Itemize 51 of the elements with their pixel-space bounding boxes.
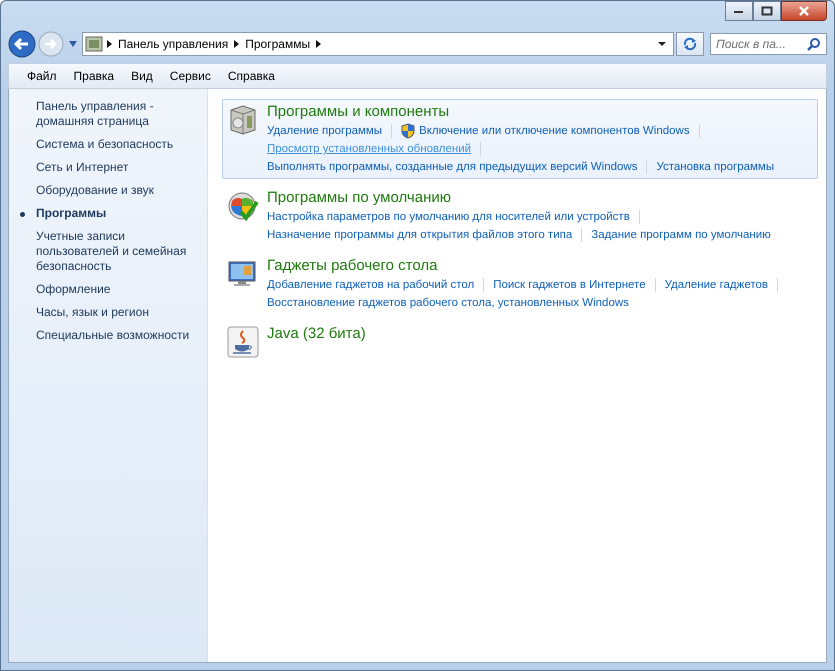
- category-title-link[interactable]: Java (32 бита): [267, 324, 809, 344]
- sidebar-link[interactable]: Система и безопасность: [36, 137, 197, 152]
- control-panel-icon: [85, 36, 103, 52]
- task-link[interactable]: Задание программ по умолчанию: [591, 226, 771, 244]
- search-placeholder: Поиск в па...: [716, 37, 786, 51]
- sidebar-link[interactable]: Учетные записи пользователей и семейная безопасность: [36, 229, 197, 274]
- task-link[interactable]: Добавление гаджетов на рабочий стол: [267, 276, 474, 294]
- minimize-button[interactable]: [725, 1, 753, 21]
- breadcrumb-link[interactable]: Панель управления: [118, 37, 228, 51]
- task-link[interactable]: Выполнять программы, созданные для предыдущих версий Windows: [267, 158, 638, 176]
- task-link[interactable]: Поиск гаджетов в Интернете: [493, 276, 646, 294]
- menu-item[interactable]: Файл: [27, 69, 57, 83]
- task-link[interactable]: Удаление гаджетов: [664, 276, 768, 294]
- history-dropdown-icon[interactable]: [68, 40, 78, 48]
- close-button[interactable]: [781, 1, 827, 21]
- sidebar-link[interactable]: Сеть и Интернет: [36, 160, 197, 175]
- address-bar[interactable]: Панель управления Программы: [82, 32, 674, 56]
- minimize-icon: [733, 8, 745, 14]
- close-icon: [798, 6, 810, 16]
- task-link[interactable]: Удаление программы: [267, 122, 382, 140]
- menu-item[interactable]: Справка: [228, 69, 275, 83]
- task-link[interactable]: Установка программы: [656, 158, 774, 176]
- refresh-icon: [682, 37, 698, 51]
- sidebar-link[interactable]: Оборудование и звук: [36, 183, 197, 198]
- task-link[interactable]: Назначение программы для открытия файлов этого типа: [267, 226, 572, 244]
- category-title-link[interactable]: Гаджеты рабочего стола: [267, 256, 809, 276]
- sidebar-link[interactable]: Специальные возможности: [36, 328, 197, 343]
- menu-item[interactable]: Сервис: [170, 69, 211, 83]
- coffee-cup-icon[interactable]: [227, 324, 259, 358]
- refresh-button[interactable]: [676, 32, 704, 56]
- task-link[interactable]: Включение или отключение компонентов Windows: [419, 122, 690, 140]
- category-title-link[interactable]: Программы и компоненты: [267, 102, 809, 122]
- category-title-link[interactable]: Программы по умолчанию: [267, 188, 809, 208]
- search-field[interactable]: Поиск в па...: [710, 33, 827, 55]
- chevron-icon[interactable]: [234, 40, 240, 48]
- maximize-button[interactable]: [753, 1, 781, 21]
- chevron-icon[interactable]: [316, 40, 322, 48]
- breadcrumb-link[interactable]: Программы: [245, 37, 310, 51]
- menu-item[interactable]: Вид: [131, 69, 153, 83]
- menu-item[interactable]: Правка: [74, 69, 114, 83]
- task-link[interactable]: Восстановление гаджетов рабочего стола, установленных Windows: [267, 294, 629, 312]
- sidebar-link[interactable]: Панель управления - домашняя страница: [36, 99, 197, 129]
- task-link[interactable]: Настройка параметров по умолчанию для носителей или устройств: [267, 208, 630, 226]
- sidebar-link[interactable]: Оформление: [36, 282, 197, 297]
- maximize-icon: [761, 6, 773, 16]
- search-icon: [807, 37, 821, 51]
- back-button[interactable]: [8, 30, 36, 58]
- sidebar-link[interactable]: Часы, язык и регион: [36, 305, 197, 320]
- sidebar-link[interactable]: Программы: [36, 206, 197, 221]
- chevron-icon[interactable]: [107, 40, 112, 48]
- dropdown-icon[interactable]: [657, 41, 667, 47]
